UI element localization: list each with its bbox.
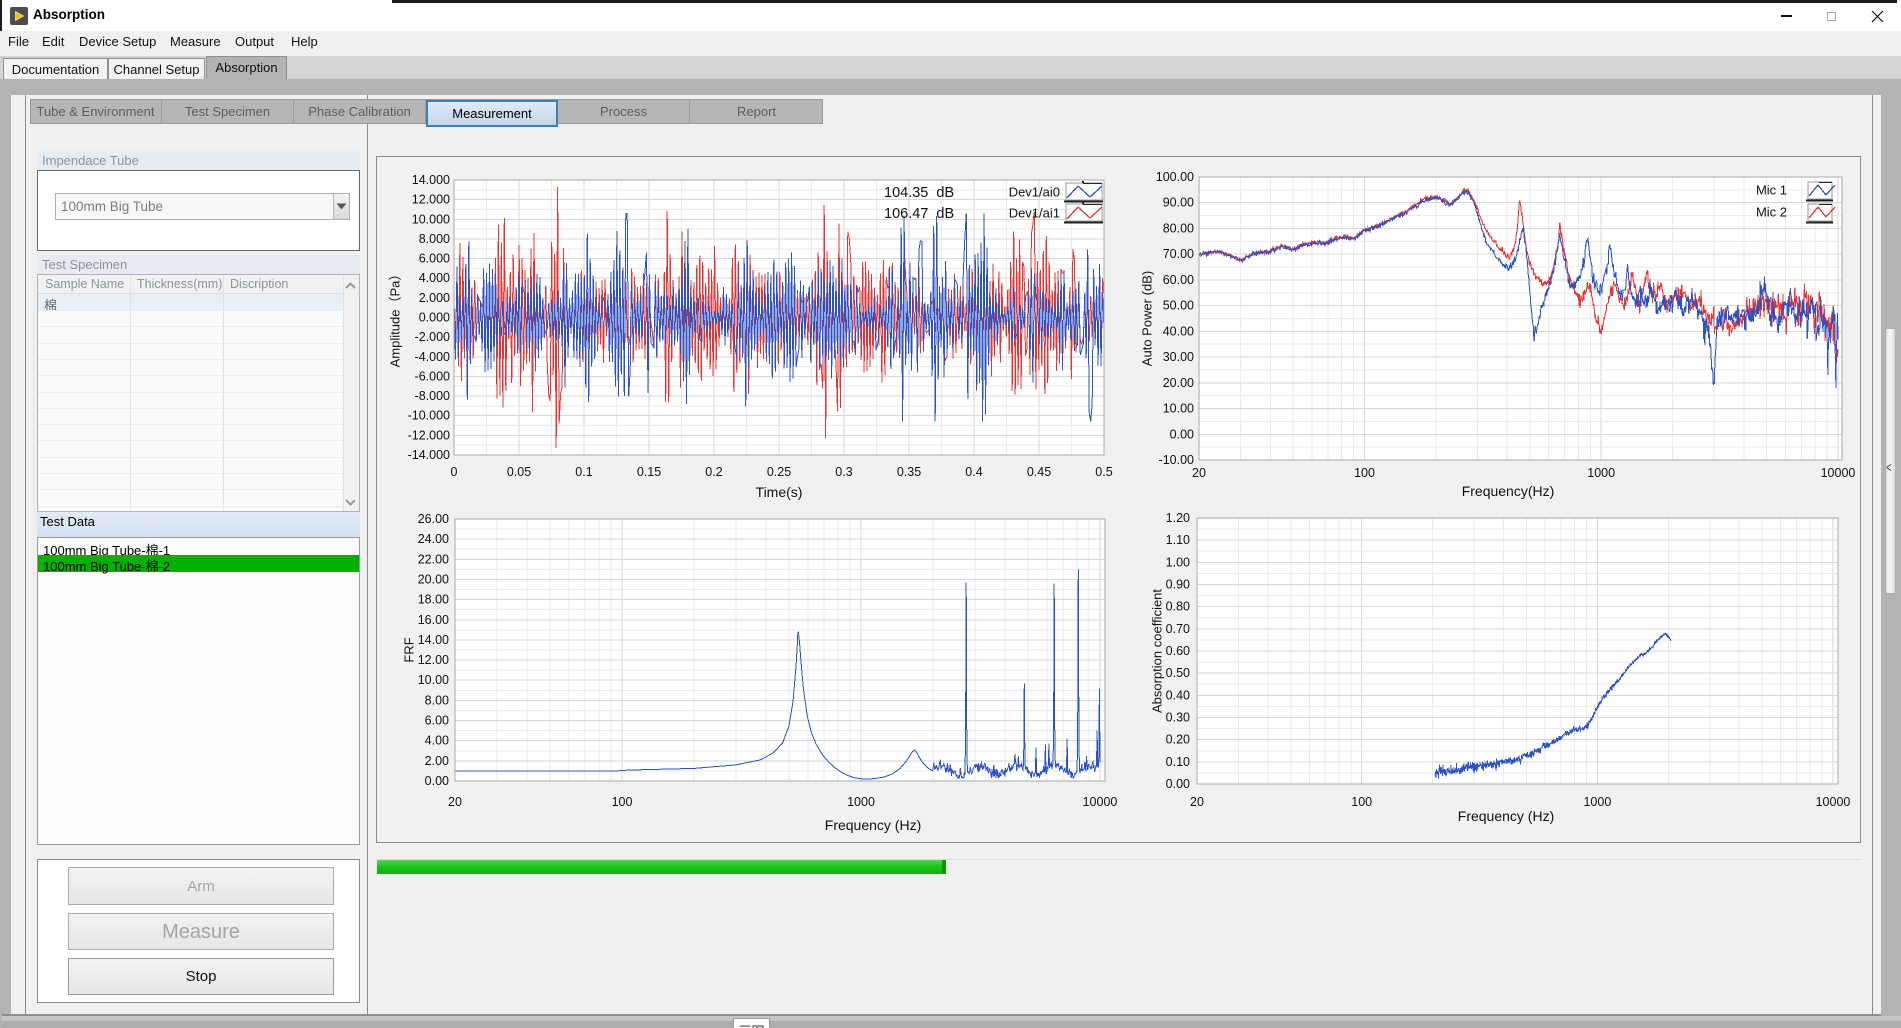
svg-text:22.00: 22.00	[418, 552, 449, 566]
svg-text:10.00: 10.00	[1163, 402, 1194, 416]
svg-text:Frequency (Hz): Frequency (Hz)	[825, 817, 921, 833]
svg-text:20: 20	[1190, 795, 1204, 809]
svg-text:12.00: 12.00	[418, 653, 449, 667]
svg-text:-8.000: -8.000	[415, 389, 450, 403]
svg-text:6.000: 6.000	[419, 252, 450, 266]
svg-text:100.00: 100.00	[1156, 170, 1194, 184]
svg-text:0.4: 0.4	[965, 465, 982, 479]
svg-text:80.00: 80.00	[1163, 222, 1194, 236]
svg-text:1000: 1000	[847, 795, 875, 809]
svg-text:0.10: 0.10	[1166, 755, 1190, 769]
svg-text:-10.00: -10.00	[1159, 453, 1194, 467]
svg-text:0.40: 0.40	[1166, 688, 1190, 702]
svg-text:Mic 1: Mic 1	[1756, 183, 1787, 198]
svg-text:16.00: 16.00	[418, 613, 449, 627]
svg-text:Dev1/ai0: Dev1/ai0	[1009, 185, 1060, 200]
svg-text:12.000: 12.000	[412, 193, 450, 207]
svg-text:0.000: 0.000	[419, 311, 450, 325]
svg-text:Absorption coefficient: Absorption coefficient	[1150, 589, 1165, 713]
svg-text:0.60: 0.60	[1166, 644, 1190, 658]
svg-text:Amplitude（Pa）: Amplitude（Pa）	[388, 268, 403, 368]
svg-text:0.45: 0.45	[1027, 465, 1051, 479]
svg-text:-10.000: -10.000	[408, 409, 450, 423]
svg-text:1.10: 1.10	[1166, 533, 1190, 547]
svg-text:40.00: 40.00	[1163, 324, 1194, 338]
svg-text:4.00: 4.00	[425, 734, 449, 748]
svg-text:24.00: 24.00	[418, 532, 449, 546]
svg-text:20.00: 20.00	[418, 573, 449, 587]
svg-text:10.00: 10.00	[418, 673, 449, 687]
svg-text:20: 20	[1192, 466, 1206, 480]
svg-text:90.00: 90.00	[1163, 196, 1194, 210]
svg-text:Time(s): Time(s)	[756, 484, 803, 500]
svg-text:0: 0	[451, 465, 458, 479]
svg-text:8.000: 8.000	[419, 232, 450, 246]
svg-text:1.20: 1.20	[1166, 511, 1190, 525]
svg-text:2.000: 2.000	[419, 291, 450, 305]
svg-text:-6.000: -6.000	[415, 369, 450, 383]
svg-text:0.00: 0.00	[425, 774, 449, 788]
svg-text:0.2: 0.2	[705, 465, 722, 479]
svg-text:Dev1/ai1: Dev1/ai1	[1009, 206, 1060, 221]
svg-text:10000: 10000	[1821, 466, 1856, 480]
svg-text:26.00: 26.00	[418, 512, 449, 526]
svg-text:0.3: 0.3	[835, 465, 852, 479]
svg-text:14.00: 14.00	[418, 633, 449, 647]
svg-text:100: 100	[612, 795, 633, 809]
svg-text:104.35 dB: 104.35 dB	[884, 185, 954, 201]
svg-text:0.90: 0.90	[1166, 578, 1190, 592]
svg-text:0.15: 0.15	[637, 465, 661, 479]
svg-text:0.80: 0.80	[1166, 600, 1190, 614]
svg-text:Frequency (Hz): Frequency (Hz)	[1458, 808, 1554, 824]
svg-text:8.00: 8.00	[425, 693, 449, 707]
svg-text:0.30: 0.30	[1166, 711, 1190, 725]
svg-text:0.20: 0.20	[1166, 733, 1190, 747]
svg-text:0.70: 0.70	[1166, 622, 1190, 636]
svg-text:1000: 1000	[1587, 466, 1615, 480]
svg-text:70.00: 70.00	[1163, 247, 1194, 261]
svg-text:1.00: 1.00	[1166, 555, 1190, 569]
svg-text:50.00: 50.00	[1163, 299, 1194, 313]
svg-text:Frequency(Hz): Frequency(Hz)	[1462, 483, 1555, 499]
svg-text:14.000: 14.000	[412, 173, 450, 187]
svg-text:100: 100	[1351, 795, 1372, 809]
svg-text:20.00: 20.00	[1163, 376, 1194, 390]
svg-text:0.5: 0.5	[1095, 465, 1112, 479]
svg-text:20: 20	[448, 795, 462, 809]
svg-text:0.25: 0.25	[767, 465, 791, 479]
svg-text:0.05: 0.05	[507, 465, 531, 479]
svg-text:0.00: 0.00	[1170, 427, 1194, 441]
svg-text:10000: 10000	[1816, 795, 1851, 809]
svg-text:Mic 2: Mic 2	[1756, 205, 1787, 220]
svg-text:30.00: 30.00	[1163, 350, 1194, 364]
svg-text:-12.000: -12.000	[408, 428, 450, 442]
svg-text:18.00: 18.00	[418, 593, 449, 607]
svg-text:10000: 10000	[1083, 795, 1118, 809]
svg-text:0.00: 0.00	[1166, 777, 1190, 791]
svg-text:106.47 dB: 106.47 dB	[884, 206, 954, 222]
svg-text:-14.000: -14.000	[408, 448, 450, 462]
svg-text:10.000: 10.000	[412, 212, 450, 226]
svg-text:60.00: 60.00	[1163, 273, 1194, 287]
svg-text:Auto Power (dB): Auto Power (dB)	[1140, 271, 1155, 366]
svg-text:2.00: 2.00	[425, 754, 449, 768]
svg-text:6.00: 6.00	[425, 714, 449, 728]
svg-text:0.1: 0.1	[575, 465, 592, 479]
svg-text:-4.000: -4.000	[415, 350, 450, 364]
svg-text:100: 100	[1354, 466, 1375, 480]
svg-text:FRF: FRF	[402, 637, 417, 662]
svg-text:4.000: 4.000	[419, 271, 450, 285]
svg-text:1000: 1000	[1583, 795, 1611, 809]
svg-text:-2.000: -2.000	[415, 330, 450, 344]
svg-text:0.50: 0.50	[1166, 666, 1190, 680]
svg-text:0.35: 0.35	[897, 465, 921, 479]
